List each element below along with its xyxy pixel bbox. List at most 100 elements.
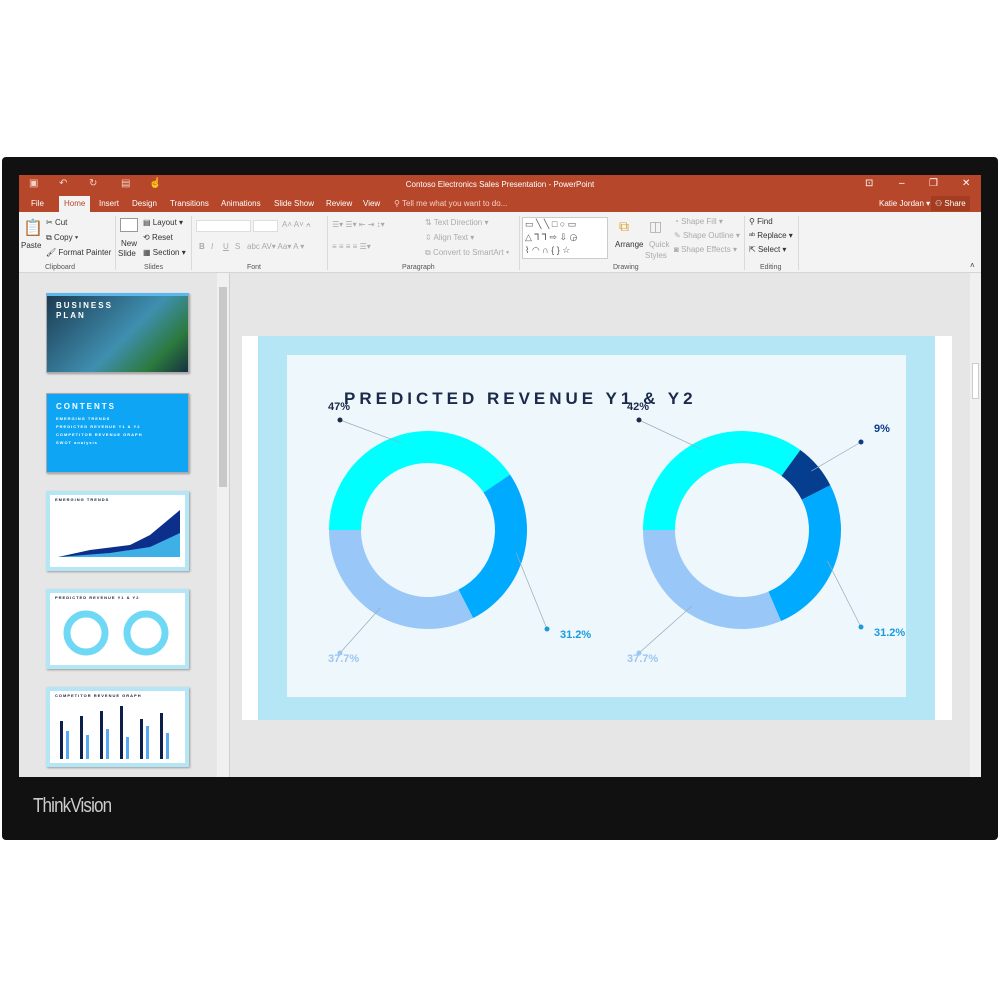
slide-thumbnail-4-selected[interactable]: PREDICTED REVENUE Y1 & Y2: [46, 589, 189, 669]
layout-button[interactable]: ▤ Layout ▾: [143, 218, 183, 227]
restore-icon[interactable]: ❐: [929, 178, 938, 189]
font-size-buttons[interactable]: A˄ A˅ ⍲: [282, 220, 311, 230]
area-chart-thumbnail: [58, 510, 180, 557]
donut-charts: 47% 31.2% 37.7% 42% 9% 31.2% 37.7%: [328, 401, 905, 665]
arrange-icon[interactable]: ⧉: [619, 218, 629, 235]
bold-button[interactable]: B: [199, 242, 205, 251]
section-button[interactable]: ▦ Section ▾: [143, 248, 186, 257]
find-button[interactable]: ⚲ Find: [749, 217, 773, 226]
slide-scrollbar[interactable]: [970, 273, 981, 777]
font-more-buttons[interactable]: abc AV▾ Aa▾ A ▾: [247, 242, 304, 251]
shape-outline-button[interactable]: ✎ Shape Outline ▾: [674, 231, 740, 240]
donut-thumbnail: [63, 610, 169, 656]
new-slide-icon[interactable]: [120, 218, 138, 232]
shapes-gallery[interactable]: ▭ ╲ ╲ □ ○ ▭ △ ⅂ ⅂ ⇨ ⇩ ◶ ⌇ ◠ ∩ { } ☆: [522, 217, 608, 259]
leader-line: [515, 552, 548, 630]
replace-button[interactable]: ᵃᵇ Replace ▾: [749, 231, 793, 240]
tab-insert[interactable]: Insert: [99, 199, 119, 208]
cut-button[interactable]: ✂ Cut: [46, 218, 67, 227]
slide-thumbnail-pane: BUSINESS PLAN CONTENTS EMERGING TRENDS P…: [19, 273, 230, 777]
group-label-slides: Slides: [144, 264, 164, 271]
divider: [115, 216, 116, 270]
slice-label: 9%: [874, 423, 890, 435]
leader-line: [827, 560, 862, 628]
tab-transitions[interactable]: Transitions: [170, 199, 209, 208]
align-text-button[interactable]: ⇳ Align Text ▾: [425, 233, 474, 242]
paste-button[interactable]: Paste: [21, 241, 41, 250]
thinkvision-logo: ThinkVision: [33, 795, 112, 817]
close-icon[interactable]: ✕: [962, 178, 970, 189]
thumb-line: COMPETITOR REVENUE GRAPH: [56, 432, 143, 437]
thumbnail-scrollbar[interactable]: [217, 273, 229, 777]
leader-line: [638, 605, 693, 654]
slide-panel: PREDICTED REVENUE Y1 & Y2 47% 31.2% 37.7% 4…: [287, 355, 906, 697]
font-name-select[interactable]: [196, 220, 251, 232]
quick-styles-icon[interactable]: ◫: [649, 218, 662, 235]
slice-label: 42%: [627, 401, 649, 413]
tab-home[interactable]: Home: [59, 196, 91, 212]
user-account[interactable]: Katie Jordan ▾: [879, 199, 930, 208]
italic-button[interactable]: I: [211, 242, 213, 251]
shape-effects-label: Shape Effects: [681, 245, 731, 254]
donut-slice: [458, 474, 527, 619]
powerpoint-window: ▣ ↶ ↻ ▤ ☝ Contoso Electronics Sales Pres…: [19, 175, 981, 777]
tab-view[interactable]: View: [363, 199, 380, 208]
format-painter-button[interactable]: 🖌 Format Painter: [46, 248, 111, 257]
shape-effects-button[interactable]: ◙ Shape Effects ▾: [674, 245, 737, 254]
format-painter-label: Format Painter: [58, 248, 112, 257]
group-label-drawing: Drawing: [613, 264, 639, 271]
arrange-button[interactable]: Arrange: [615, 240, 643, 249]
slice-label: 37.7%: [627, 653, 658, 665]
list-buttons[interactable]: ☰▾ ☰▾ ⇤ ⇥ ↕▾: [332, 220, 385, 229]
ribbon-display-icon[interactable]: ⊡: [865, 178, 873, 189]
tell-me-text: Tell me what you want to do...: [401, 199, 508, 208]
slice-label: 31.2%: [560, 629, 591, 641]
new-slide-button[interactable]: New: [121, 239, 137, 248]
scrollbar-thumb[interactable]: [219, 287, 227, 487]
align-buttons[interactable]: ≡ ≡ ≡ ≡ ☰▾: [332, 242, 371, 251]
scrollbar-thumb[interactable]: [972, 363, 979, 399]
minimize-icon[interactable]: –: [899, 178, 905, 189]
quick-styles-button[interactable]: Quick: [649, 240, 669, 249]
group-label-font: Font: [247, 264, 262, 271]
convert-smartart-button[interactable]: ⧉ Convert to SmartArt ▾: [425, 248, 509, 258]
tab-design[interactable]: Design: [132, 199, 157, 208]
leader-dot: [544, 626, 550, 632]
thumb-title-line2: PLAN: [56, 311, 86, 320]
thumb-line: EMERGING TRENDS: [56, 416, 111, 421]
tell-me-search[interactable]: ⚲ Tell me what you want to do...: [394, 199, 507, 208]
collapse-ribbon-icon[interactable]: ˄: [970, 261, 975, 270]
thumb-line: SWOT analysis: [56, 440, 98, 445]
underline-button[interactable]: U: [223, 242, 229, 251]
paste-icon[interactable]: 📋: [23, 218, 43, 238]
thumb-title: BUSINESS: [56, 301, 113, 310]
select-button[interactable]: ⇱ Select ▾: [749, 245, 786, 254]
replace-label: Replace: [757, 231, 787, 240]
share-button[interactable]: ⚇ Share: [931, 196, 970, 211]
tab-animations[interactable]: Animations: [221, 199, 261, 208]
tab-review[interactable]: Review: [326, 199, 352, 208]
quick-styles-button-line2[interactable]: Styles: [645, 251, 667, 260]
reset-button[interactable]: ⟲ Reset: [143, 233, 173, 242]
slide-thumbnail-3[interactable]: EMERGING TRENDS: [46, 491, 189, 571]
leader-line: [339, 419, 402, 444]
copy-button[interactable]: ⧉ Copy ▾: [46, 233, 78, 243]
leader-line: [339, 607, 381, 654]
shape-fill-button[interactable]: ◔ Shape Fill ▾: [674, 217, 723, 226]
leader-line: [811, 441, 862, 472]
new-slide-button-line2[interactable]: Slide: [118, 249, 136, 258]
font-size-select[interactable]: [253, 220, 278, 232]
slide-thumbnail-1[interactable]: BUSINESS PLAN: [46, 293, 189, 373]
slide-thumbnail-5[interactable]: COMPETITOR REVENUE GRAPH: [46, 687, 189, 767]
slide-thumbnail-2[interactable]: CONTENTS EMERGING TRENDS PREDICTED REVEN…: [46, 393, 189, 473]
tab-slide-show[interactable]: Slide Show: [274, 199, 314, 208]
window-title: Contoso Electronics Sales Presentation -…: [405, 180, 595, 189]
slide-canvas[interactable]: PREDICTED REVENUE Y1 & Y2 47% 31.2% 37.7% 4…: [242, 336, 952, 720]
text-direction-button[interactable]: ⇅ Text Direction ▾: [425, 218, 489, 227]
divider: [798, 216, 799, 270]
donut-slice: [329, 530, 474, 629]
slice-label: 31.2%: [874, 627, 905, 639]
shape-outline-label: Shape Outline: [682, 231, 734, 240]
tab-file[interactable]: File: [31, 199, 44, 208]
shadow-button[interactable]: S: [235, 242, 240, 251]
